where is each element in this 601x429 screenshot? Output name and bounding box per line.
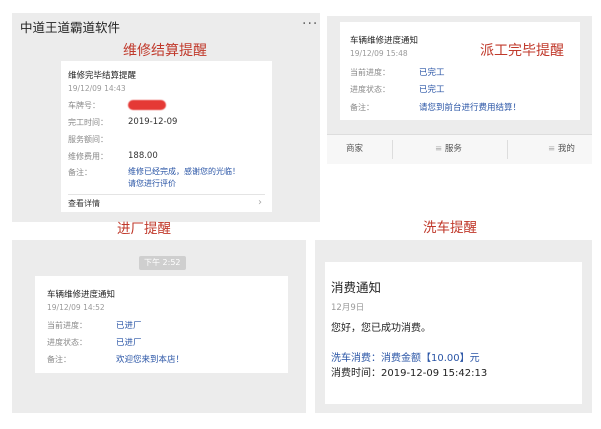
row-value-current-progress: 已进厂 <box>116 321 142 331</box>
row-value-remark-line2: 请您进行评价 <box>128 179 176 188</box>
menu-separator <box>507 140 508 159</box>
menu-separator <box>392 140 393 159</box>
wash-time-line: 消费时间：2019-12-09 15:42:13 <box>331 368 488 379</box>
more-dots-icon[interactable]: ··· <box>302 17 318 31</box>
row-value-progress-status: 已进厂 <box>116 338 142 348</box>
card-time: 19/12/09 15:48 <box>350 49 408 58</box>
card-title: 车辆维修进度通知 <box>47 290 116 300</box>
caption-factory-entry: 进厂提醒 <box>117 221 171 237</box>
row-label-remark: 备注： <box>47 355 71 364</box>
row-label-progress-status: 进度状态： <box>47 338 87 347</box>
row-label-remark: 备注： <box>350 103 374 112</box>
wash-amount-line: 洗车消费：消费金额【10.00】元 <box>331 353 480 364</box>
bottom-menu-bar: 商家 ≡ 服务 ≡ 我的 <box>327 134 592 164</box>
row-value-finish-time: 2019-12-09 <box>128 117 178 127</box>
chevron-right-icon[interactable]: › <box>258 198 262 208</box>
row-label-fee: 维修费用： <box>68 152 108 161</box>
row-label-service: 服务额间： <box>68 135 108 144</box>
redacted-plate-number <box>128 100 166 110</box>
time-badge: 下午 2:52 <box>139 256 186 270</box>
menu-item-service-label: 服务 <box>444 144 462 154</box>
panel-repair-settlement: 中道王道霸道软件 ··· 维修结算提醒 维修完毕结算提醒 19/12/09 14… <box>12 13 320 222</box>
menu-lines-icon: ≡ <box>435 144 445 154</box>
factory-entry-message-card[interactable]: 车辆维修进度通知 19/12/09 14:52 当前进度： 已进厂 进度状态： … <box>35 276 288 373</box>
menu-item-merchant[interactable]: 商家 <box>346 145 363 154</box>
menu-item-service[interactable]: ≡ 服务 <box>435 145 462 154</box>
car-wash-message-card[interactable]: 消费通知 12月9日 您好，您已成功消费。 洗车消费：消费金额【10.00】元 … <box>325 262 582 404</box>
card-time: 19/12/09 14:43 <box>68 84 126 93</box>
row-label-plate: 车牌号： <box>68 101 100 110</box>
panel-car-wash: 消费通知 12月9日 您好，您已成功消费。 洗车消费：消费金额【10.00】元 … <box>315 240 592 413</box>
overlay-label-dispatch-complete: 派工完毕提醒 <box>480 43 564 59</box>
card-title: 维修完毕结算提醒 <box>68 71 137 81</box>
card-time: 19/12/09 14:52 <box>47 303 105 312</box>
row-value-current-progress: 已完工 <box>419 68 445 78</box>
view-detail-link[interactable]: 查看详情 <box>68 200 100 208</box>
row-value-progress-status: 已完工 <box>419 85 445 95</box>
card-divider <box>68 194 265 195</box>
menu-item-mine[interactable]: ≡ 我的 <box>548 145 575 154</box>
greeting-text: 您好，您已成功消费。 <box>331 323 431 334</box>
row-label-current-progress: 当前进度： <box>47 321 87 330</box>
menu-item-mine-label: 我的 <box>557 144 575 154</box>
row-label-current-progress: 当前进度： <box>350 68 390 77</box>
row-label-finish-time: 完工时间： <box>68 118 108 127</box>
caption-car-wash: 洗车提醒 <box>423 220 477 236</box>
settlement-message-card[interactable]: 维修完毕结算提醒 19/12/09 14:43 车牌号： 完工时间： 2019-… <box>61 61 272 212</box>
menu-lines-icon: ≡ <box>548 144 558 154</box>
card-title: 消费通知 <box>331 280 382 295</box>
row-value-remark: 请您到前台进行费用结算！ <box>419 103 522 113</box>
row-value-remark: 欢迎您来到本店！ <box>116 355 185 365</box>
overlay-label-repair-settlement: 维修结算提醒 <box>123 43 207 59</box>
dispatch-message-card[interactable]: 车辆维修进度通知 19/12/09 15:48 当前进度： 已完工 进度状态： … <box>340 22 580 120</box>
panel-factory-entry: 下午 2:52 车辆维修进度通知 19/12/09 14:52 当前进度： 已进… <box>12 240 306 413</box>
panel-dispatch-complete: 车辆维修进度通知 19/12/09 15:48 当前进度： 已完工 进度状态： … <box>327 16 592 164</box>
row-label-progress-status: 进度状态： <box>350 85 390 94</box>
row-value-fee: 188.00 <box>128 151 158 161</box>
app-title: 中道王道霸道软件 <box>20 20 121 35</box>
card-title: 车辆维修进度通知 <box>350 36 419 46</box>
card-date: 12月9日 <box>331 303 365 313</box>
row-value-remark: 维修已经完成，感谢您的光临！ <box>128 167 240 176</box>
row-label-remark: 备注： <box>68 168 92 177</box>
